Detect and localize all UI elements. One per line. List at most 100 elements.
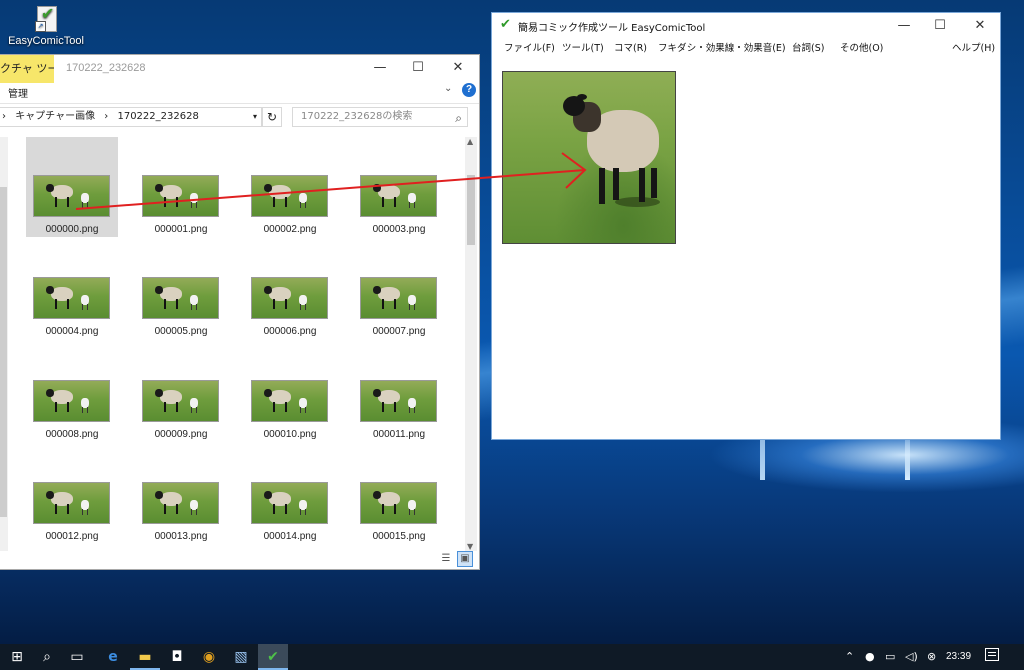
volume-icon[interactable]: ◁) bbox=[905, 644, 918, 670]
maximize-button[interactable]: ☐ bbox=[399, 55, 437, 81]
breadcrumb-folder[interactable]: 170222_232628 bbox=[117, 108, 198, 126]
scrollbar-thumb[interactable] bbox=[467, 175, 475, 245]
file-item[interactable]: 000002.png bbox=[244, 137, 336, 237]
scroll-up-icon[interactable]: ▲ bbox=[467, 137, 473, 146]
file-item[interactable]: 000008.png bbox=[26, 342, 118, 442]
file-item[interactable]: 000003.png bbox=[353, 137, 445, 237]
file-item[interactable]: 000010.png bbox=[244, 342, 336, 442]
thumbnail-image bbox=[251, 175, 328, 217]
file-list-scrollbar[interactable]: ▲ ▼ bbox=[465, 137, 477, 551]
easycomictool-icon: ✔ bbox=[500, 17, 511, 32]
file-item[interactable]: 000006.png bbox=[244, 239, 336, 339]
clock[interactable]: 23:39 bbox=[946, 644, 971, 670]
thumbnail-image bbox=[251, 482, 328, 524]
minimize-button[interactable]: — bbox=[361, 55, 399, 81]
tab-manage[interactable]: 管理 bbox=[8, 85, 28, 100]
breadcrumb-captures[interactable]: キャプチャー画像 bbox=[15, 108, 95, 126]
edge-icon[interactable]: e bbox=[98, 644, 128, 670]
easycomictool-icon: ✔ ↗ bbox=[35, 6, 57, 32]
ribbon-tabs: 管理 ⌄ ? bbox=[0, 81, 479, 103]
minimize-button[interactable]: — bbox=[885, 13, 923, 39]
file-name: 000004.png bbox=[45, 326, 99, 337]
file-item[interactable]: 000005.png bbox=[135, 239, 227, 339]
file-explorer-window: クチャ ツール 170222_232628 — ☐ ✕ 管理 ⌄ ? › キャプ… bbox=[0, 54, 480, 570]
taskbar: ⊞ ⌕ ▭ e ▬ ◘ ◉ ▧ ✔ ⌃ ● ▭ ◁) ⊗ 23:39 bbox=[0, 644, 1024, 670]
desktop-icon-label: EasyComicTool bbox=[8, 35, 84, 47]
file-item[interactable]: 000007.png bbox=[353, 239, 445, 339]
file-item[interactable]: 000012.png bbox=[26, 444, 118, 544]
file-name: 000001.png bbox=[154, 224, 208, 235]
window-title: 170222_232628 bbox=[66, 62, 146, 74]
close-button[interactable]: ✕ bbox=[439, 55, 477, 81]
thumbnail-image bbox=[33, 277, 110, 319]
help-icon[interactable]: ? bbox=[462, 83, 476, 97]
search-placeholder: 170222_232628の検索 bbox=[301, 111, 413, 122]
menu-panel[interactable]: コマ(R) bbox=[614, 40, 647, 54]
comic-panel-image[interactable] bbox=[502, 71, 676, 244]
action-center-icon[interactable] bbox=[985, 648, 999, 661]
large-icons-view-icon[interactable]: ▣ bbox=[457, 551, 473, 567]
task-view-icon[interactable]: ▭ bbox=[62, 644, 92, 670]
window-title: 簡易コミック作成ツール EasyComicTool bbox=[518, 23, 706, 34]
thumbnail-image bbox=[33, 175, 110, 217]
file-list: 000000.png 000001.png 000002.png 000003.… bbox=[12, 137, 462, 547]
thumbnail-image bbox=[360, 482, 437, 524]
menu-dialogue[interactable]: 台詞(S) bbox=[792, 40, 824, 54]
file-item[interactable]: 000001.png bbox=[135, 137, 227, 237]
status-icon[interactable]: ⊗ bbox=[927, 644, 936, 670]
scroll-down-icon[interactable]: ▼ bbox=[467, 542, 473, 551]
easycomictool-icon[interactable]: ✔ bbox=[258, 644, 288, 670]
file-item[interactable]: 000000.png bbox=[26, 137, 118, 237]
thumbnail-image bbox=[142, 482, 219, 524]
file-name: 000002.png bbox=[263, 224, 317, 235]
thumbnail-image bbox=[142, 277, 219, 319]
desktop-icon-easycomictool[interactable]: ✔ ↗ EasyComicTool bbox=[6, 6, 86, 47]
file-item[interactable]: 000004.png bbox=[26, 239, 118, 339]
details-view-icon[interactable]: ☰ bbox=[438, 551, 454, 567]
menu-balloon-effects[interactable]: フキダシ・効果線・効果音(E) bbox=[658, 40, 786, 54]
address-row: › キャプチャー画像 › 170222_232628 ▾ ↻ 170222_23… bbox=[0, 103, 479, 130]
chrome-icon[interactable]: ◉ bbox=[194, 644, 224, 670]
thumbnail-image bbox=[251, 277, 328, 319]
windows-start-icon[interactable]: ⊞ bbox=[2, 644, 32, 670]
navigation-pane-scrollbar[interactable] bbox=[0, 137, 8, 551]
contextual-tab-picture-tools[interactable]: クチャ ツール bbox=[0, 55, 54, 83]
file-item[interactable]: 000011.png bbox=[353, 342, 445, 442]
chevron-down-icon[interactable]: ⌄ bbox=[444, 83, 452, 94]
file-item[interactable]: 000009.png bbox=[135, 342, 227, 442]
power-icon[interactable]: ● bbox=[865, 644, 875, 670]
comic-title-bar: ✔ 簡易コミック作成ツール EasyComicTool — ☐ ✕ bbox=[492, 13, 1000, 37]
photos-icon[interactable]: ▧ bbox=[226, 644, 256, 670]
maximize-button[interactable]: ☐ bbox=[921, 13, 959, 39]
thumbnail-image bbox=[251, 380, 328, 422]
address-bar[interactable]: › キャプチャー画像 › 170222_232628 ▾ bbox=[0, 107, 262, 127]
breadcrumb-separator-icon: › bbox=[104, 111, 109, 122]
close-button[interactable]: ✕ bbox=[961, 13, 999, 39]
breadcrumb-separator-icon: › bbox=[2, 111, 6, 122]
refresh-button[interactable]: ↻ bbox=[262, 107, 282, 127]
view-toggle: ☰ ▣ bbox=[438, 551, 478, 569]
file-explorer-icon[interactable]: ▬ bbox=[130, 644, 160, 670]
store-icon[interactable]: ◘ bbox=[162, 644, 192, 670]
file-name: 000012.png bbox=[45, 531, 99, 542]
file-item[interactable]: 000014.png bbox=[244, 444, 336, 544]
file-name: 000009.png bbox=[154, 429, 208, 440]
search-icon[interactable]: ⌕ bbox=[32, 644, 62, 670]
menu-other[interactable]: その他(O) bbox=[840, 40, 883, 54]
menu-tool[interactable]: ツール(T) bbox=[562, 40, 604, 54]
network-icon[interactable]: ▭ bbox=[885, 644, 895, 670]
thumbnail-image bbox=[360, 277, 437, 319]
explorer-title-bar: クチャ ツール 170222_232628 — ☐ ✕ bbox=[0, 55, 479, 83]
search-input[interactable]: 170222_232628の検索 ⌕ bbox=[292, 107, 468, 127]
thumbnail-image bbox=[360, 175, 437, 217]
easycomictool-window: ✔ 簡易コミック作成ツール EasyComicTool — ☐ ✕ ファイル(F… bbox=[491, 12, 1001, 440]
file-name: 000007.png bbox=[372, 326, 426, 337]
show-hidden-icons-icon[interactable]: ⌃ bbox=[845, 644, 854, 670]
menu-file[interactable]: ファイル(F) bbox=[504, 40, 555, 54]
file-item[interactable]: 000015.png bbox=[353, 444, 445, 544]
menu-help[interactable]: ヘルプ(H) bbox=[952, 40, 995, 54]
thumbnail-image bbox=[33, 482, 110, 524]
search-icon: ⌕ bbox=[455, 111, 462, 125]
file-item[interactable]: 000013.png bbox=[135, 444, 227, 544]
address-dropdown-icon[interactable]: ▾ bbox=[253, 108, 257, 126]
